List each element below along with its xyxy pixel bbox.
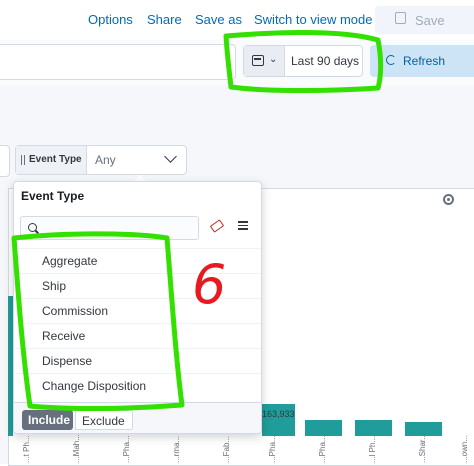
date-picker[interactable]: ⌄ Last 90 days <box>243 45 363 77</box>
exclude-button[interactable]: Exclude <box>75 410 133 430</box>
chevron-down-icon <box>164 150 177 163</box>
query-input[interactable] <box>0 44 236 80</box>
option-aggregate[interactable]: Aggregate <box>15 248 261 273</box>
chevron-down-icon: ⌄ <box>269 54 278 65</box>
filter-value: Any <box>95 153 116 167</box>
option-receive[interactable]: Receive <box>15 323 261 348</box>
filter-label-box: Event Type <box>16 146 87 174</box>
x-axis-tick-label: ...t Ph... <box>22 435 31 463</box>
gear-icon[interactable] <box>443 194 454 205</box>
share-link[interactable]: Share <box>147 12 182 27</box>
date-range-label[interactable]: Last 90 days <box>291 54 359 68</box>
refresh-button-label: Refresh <box>403 54 446 68</box>
search-icon <box>28 223 37 232</box>
option-ship[interactable]: Ship <box>15 273 261 298</box>
save-icon <box>395 12 406 24</box>
refresh-icon <box>386 55 396 65</box>
list-view-icon[interactable] <box>238 221 248 230</box>
x-axis-tick-label: ...Shar... <box>418 433 427 463</box>
x-axis-tick-label: ...Mah... <box>72 434 81 463</box>
quick-select-button[interactable]: ⌄ <box>244 46 285 76</box>
chart-bar <box>355 420 392 436</box>
refresh-button[interactable]: Refresh <box>370 45 474 77</box>
x-axis-tick-label: ...l Ph... <box>368 435 377 463</box>
option-search-input[interactable] <box>20 216 199 240</box>
switch-view-mode-link[interactable]: Switch to view mode <box>254 12 373 27</box>
previous-filter-control[interactable] <box>0 145 10 177</box>
option-dispense[interactable]: Dispense <box>15 348 261 373</box>
chart-bar <box>305 420 342 436</box>
x-axis-tick-label: ...Pha... <box>268 435 277 463</box>
save-button-label: Save <box>415 13 445 28</box>
event-type-popover: Event Type Aggregate Ship Commission Rec… <box>13 181 262 434</box>
x-axis-tick-label: ...Fab... <box>222 435 231 463</box>
save-button[interactable]: Save <box>375 6 474 34</box>
option-commission[interactable]: Commission <box>15 298 261 323</box>
save-as-link[interactable]: Save as <box>195 12 242 27</box>
include-button[interactable]: Include <box>22 410 73 430</box>
drag-handle-icon[interactable] <box>21 155 25 165</box>
popover-title: Event Type <box>21 189 85 203</box>
x-axis-tick-label: ...rma... <box>172 435 181 463</box>
options-link[interactable]: Options <box>88 12 133 27</box>
calendar-icon <box>252 55 264 66</box>
top-nav: Options Share Save as Switch to view mod… <box>0 0 474 41</box>
popover-footer: Include Exclude <box>14 402 261 433</box>
event-type-filter[interactable]: Event Type Any <box>15 145 187 175</box>
x-axis-tick-label: ...Pha... <box>318 435 327 463</box>
bar-value-label: 163,933 <box>262 409 295 419</box>
clear-selections-icon[interactable] <box>209 219 225 233</box>
option-change-disposition[interactable]: Change Disposition <box>15 373 261 398</box>
filter-label: Event Type <box>29 154 82 165</box>
x-axis-tick-label: ...own... <box>460 434 469 463</box>
x-axis-tick-label: ...Pha... <box>122 435 131 463</box>
